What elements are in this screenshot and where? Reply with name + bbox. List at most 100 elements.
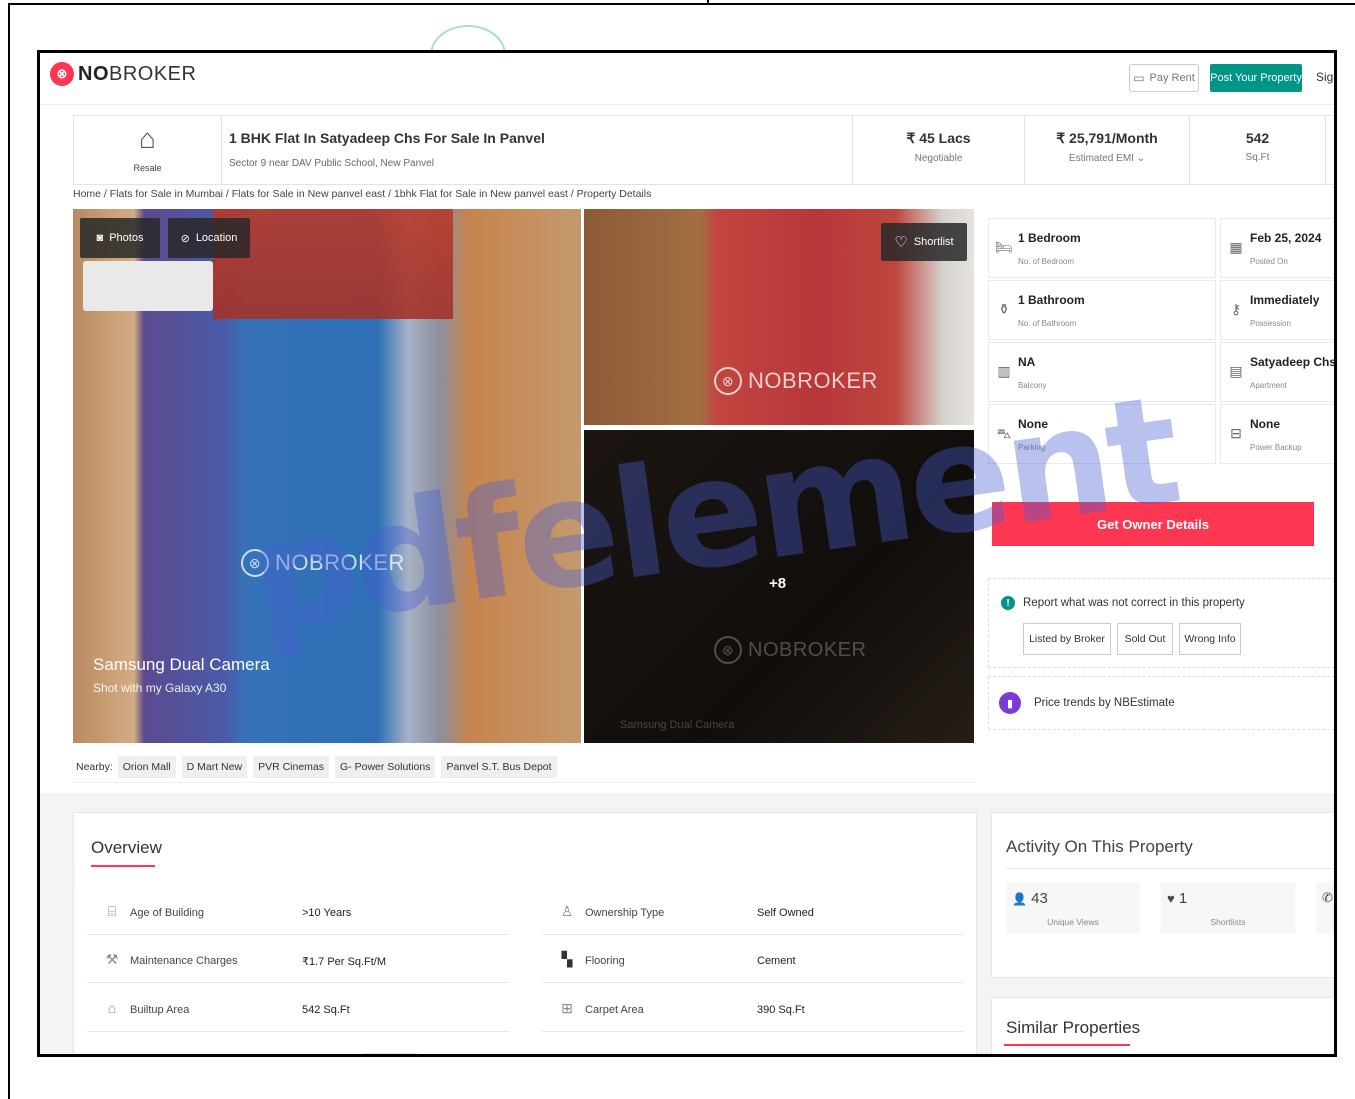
area-value: 542: [1245, 130, 1270, 146]
detail-posted-on: ▦ Feb 25, 2024 Posted On: [1220, 218, 1334, 278]
page-frame: ⊗ NOBROKER ▭ Pay Rent Post Your Property…: [0, 0, 1355, 1099]
contacts-card: ✆: [1316, 883, 1334, 933]
overview-value: Self Owned: [757, 907, 814, 919]
frame-tick: [707, 0, 709, 5]
heart-icon: ♡: [894, 234, 908, 251]
activity-title: Activity On This Property: [1006, 837, 1193, 856]
calendar-icon: ▦: [1229, 239, 1243, 255]
overview-row: ⊞ Carpet Area 390 Sq.Ft: [542, 984, 964, 1032]
emi-value: ₹ 25,791/Month: [1056, 130, 1158, 146]
balcony-icon: ▥: [997, 363, 1011, 379]
views-label: Unique Views: [1047, 917, 1099, 927]
detail-possession: ⚷ Immediately Possession: [1220, 280, 1334, 340]
camera-title: Samsung Dual Camera: [93, 655, 270, 674]
activity-card: Activity On This Property 👤 43 Unique Vi…: [991, 812, 1334, 978]
overview-label: Maintenance Charges: [130, 955, 238, 967]
battery-icon: ⊟: [1230, 425, 1242, 441]
detail-value: Feb 25, 2024: [1250, 231, 1322, 245]
views-value: 43: [1031, 890, 1048, 907]
shortlist-label: Shortlist: [913, 236, 954, 248]
detail-label: Balcony: [1018, 381, 1047, 390]
shortlists-label: Shortlists: [1210, 917, 1246, 927]
nearby-label: Nearby:: [76, 760, 113, 773]
frame-left-border: [8, 3, 10, 1099]
nearby-chip[interactable]: D Mart New: [181, 755, 248, 778]
nobroker-logo[interactable]: ⊗ NOBROKER: [50, 62, 196, 86]
overview-row: ⚒ Maintenance Charges ₹1.7 Per Sq.Ft/M: [87, 935, 509, 983]
more-photos-count: +8: [769, 575, 787, 592]
logo-bold-text: NO: [78, 62, 109, 85]
builtup-icon: ⌂: [107, 1000, 117, 1016]
heart-filled-icon: ♥: [1167, 891, 1175, 906]
watermark-logo-icon: ⊗: [714, 636, 742, 664]
pay-rent-button[interactable]: ▭ Pay Rent: [1129, 64, 1199, 92]
nearby-chip[interactable]: PVR Cinemas: [253, 755, 330, 778]
similar-properties-card: Similar Properties: [991, 997, 1334, 1054]
nearby-chip[interactable]: Panvel S.T. Bus Depot: [441, 755, 557, 778]
photos-button[interactable]: ◙ Photos: [80, 218, 160, 258]
overview-card: Overview ⌸ Age of Building >10 Years ♙ O…: [73, 812, 977, 1054]
sold-out-button[interactable]: Sold Out: [1117, 623, 1173, 655]
key-icon: ⚷: [1230, 301, 1242, 317]
overview-value: 542 Sq.Ft: [302, 1004, 350, 1016]
price-trends-link[interactable]: ▮ Price trends by NBEstimate: [988, 676, 1334, 730]
price-cell: ₹ 45 Lacs Negotiable: [852, 116, 1024, 184]
detail-label: Power Backup: [1250, 443, 1302, 452]
ownership-icon: ♙: [560, 903, 574, 919]
get-owner-details-button[interactable]: Get Owner Details: [992, 502, 1314, 546]
main-photo[interactable]: ◙ Photos ⊘ Location ⊗ NOBROKER Samsung D…: [73, 209, 581, 743]
activity-divider: [1006, 868, 1334, 869]
detail-value: None: [1250, 417, 1280, 431]
photo-top-right[interactable]: ♡ Shortlist ⊗ NOBROKER: [584, 209, 974, 425]
emi-cell[interactable]: ₹ 25,791/Month Estimated EMI ⌄: [1024, 116, 1189, 184]
car-icon: ⛍: [996, 425, 1012, 441]
flooring-icon: ▚: [561, 951, 573, 967]
detail-value: Satyadeep Chs: [1250, 355, 1337, 369]
price-trends-label: Price trends by NBEstimate: [1034, 697, 1175, 709]
similar-underline: [1004, 1044, 1130, 1046]
unique-views-card: 👤 43 Unique Views: [1006, 883, 1140, 933]
area-unit: Sq.Ft: [1245, 152, 1270, 163]
post-property-button[interactable]: Post Your Property: [1210, 64, 1302, 92]
photo-watermark: ⊗ NOBROKER: [241, 549, 405, 577]
faint-camera-label: Samsung Dual Camera: [620, 719, 735, 731]
detail-value: NA: [1018, 355, 1036, 369]
wrong-info-button[interactable]: Wrong Info: [1179, 623, 1241, 655]
detail-value: Immediately: [1250, 293, 1320, 307]
shortlist-button[interactable]: ♡ Shortlist: [881, 223, 967, 261]
detail-label: No. of Bathroom: [1018, 319, 1077, 328]
location-button[interactable]: ⊘ Location: [168, 218, 250, 258]
emi-note: Estimated EMI ⌄: [1068, 153, 1146, 164]
watermark-text: NOBROKER: [748, 368, 878, 393]
detail-value: 1 Bathroom: [1018, 293, 1085, 307]
building-icon: ▤: [1229, 363, 1243, 379]
listed-by-broker-button[interactable]: Listed by Broker: [1023, 623, 1111, 655]
resale-label: Resale: [133, 163, 162, 173]
overview-label: Ownership Type: [585, 907, 665, 919]
detail-label: Parking: [1018, 443, 1046, 452]
overview-value: ₹1.7 Per Sq.Ft/M: [302, 956, 387, 968]
price-value: ₹ 45 Lacs: [906, 130, 971, 146]
detail-apartment: ▤ Satyadeep Chs Apartment: [1220, 342, 1337, 402]
detail-label: No. of Bedroom: [1018, 257, 1075, 266]
nearby-chip[interactable]: G- Power Solutions: [335, 755, 436, 778]
resale-badge: ⌂ Resale: [74, 116, 222, 184]
detail-balcony: ▥ NA Balcony: [988, 342, 1216, 402]
photos-label: Photos: [109, 232, 144, 244]
breadcrumb[interactable]: Home / Flats for Sale in Mumbai / Flats …: [73, 188, 651, 200]
report-heading-text: Report what was not correct in this prop…: [1023, 597, 1245, 609]
report-box: ! Report what was not correct in this pr…: [988, 578, 1334, 668]
sign-in-link[interactable]: Sign: [1316, 70, 1334, 84]
watermark-logo-icon: ⊗: [241, 549, 269, 577]
photo-bottom-right-more[interactable]: +8 ⊗ NOBROKER Samsung Dual Camera: [584, 430, 974, 743]
overview-cut-badge: [364, 1053, 418, 1054]
maintenance-icon: ⚒: [105, 951, 119, 967]
nearby-chip[interactable]: Orion Mall: [117, 755, 176, 778]
overview-label: Flooring: [585, 955, 625, 967]
detail-bedroom: 🛏 1 Bedroom No. of Bedroom: [988, 218, 1216, 278]
shortlists-count: ♥ 1: [1167, 890, 1187, 907]
overview-label: Age of Building: [130, 907, 204, 919]
detail-value: 1 Bedroom: [1018, 231, 1081, 245]
views-count: 👤 43: [1012, 890, 1048, 907]
logo-rest-text: BROKER: [109, 62, 197, 85]
